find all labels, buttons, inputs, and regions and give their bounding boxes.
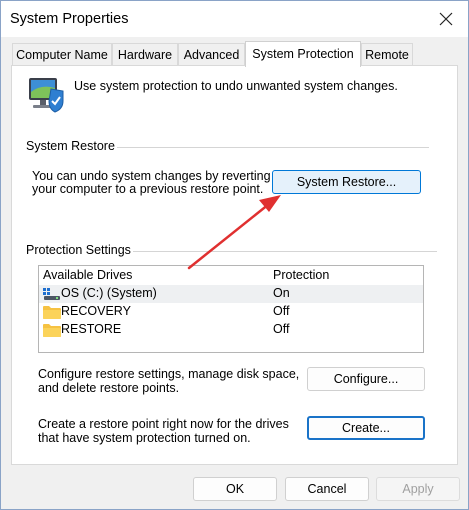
group-divider xyxy=(133,251,437,252)
table-row[interactable]: RESTORE Off xyxy=(39,321,423,339)
tab-computer-name[interactable]: Computer Name xyxy=(12,43,112,65)
create-description: Create a restore point right now for the… xyxy=(38,417,289,431)
system-restore-heading: System Restore xyxy=(26,139,115,153)
folder-icon xyxy=(43,323,61,340)
close-icon xyxy=(439,12,453,26)
tab-remote[interactable]: Remote xyxy=(361,43,413,65)
tab-system-protection[interactable]: System Protection xyxy=(245,41,361,67)
drive-protection: Off xyxy=(273,322,290,336)
system-properties-window: System Properties Computer Name Hardware… xyxy=(0,0,469,510)
create-button[interactable]: Create... xyxy=(307,416,425,440)
table-row[interactable]: RECOVERY Off xyxy=(39,303,423,321)
drive-name: RESTORE xyxy=(61,322,122,336)
system-restore-button[interactable]: System Restore... xyxy=(272,170,421,194)
tab-hardware[interactable]: Hardware xyxy=(112,43,178,65)
group-divider xyxy=(117,147,429,148)
drive-name: OS (C:) (System) xyxy=(61,286,157,300)
configure-description: and delete restore points. xyxy=(38,381,180,395)
intro-text: Use system protection to undo unwanted s… xyxy=(74,79,398,93)
system-protection-icon xyxy=(25,75,67,115)
system-drive-icon xyxy=(43,287,61,304)
system-restore-description: your computer to a previous restore poin… xyxy=(32,182,264,196)
ok-button[interactable]: OK xyxy=(193,477,277,501)
drive-protection: On xyxy=(273,286,290,300)
column-header-protection[interactable]: Protection xyxy=(273,268,329,282)
title-bar: System Properties xyxy=(1,1,468,37)
configure-button[interactable]: Configure... xyxy=(307,367,425,391)
folder-icon xyxy=(43,305,61,322)
drives-list[interactable]: Available Drives Protection OS (C:) (Sys… xyxy=(38,265,424,353)
drive-protection: Off xyxy=(273,304,290,318)
apply-button[interactable]: Apply xyxy=(376,477,460,501)
list-header: Available Drives Protection xyxy=(39,266,423,286)
create-description: that have system protection turned on. xyxy=(38,431,251,445)
system-restore-description: You can undo system changes by reverting xyxy=(32,169,271,183)
configure-description: Configure restore settings, manage disk … xyxy=(38,367,300,381)
protection-settings-heading: Protection Settings xyxy=(26,243,131,257)
window-title: System Properties xyxy=(10,11,129,27)
close-button[interactable] xyxy=(434,7,458,31)
cancel-button[interactable]: Cancel xyxy=(285,477,369,501)
table-row[interactable]: OS (C:) (System) On xyxy=(39,285,423,303)
drive-name: RECOVERY xyxy=(61,304,131,318)
tab-advanced[interactable]: Advanced xyxy=(178,43,245,65)
column-header-drives[interactable]: Available Drives xyxy=(43,268,132,282)
